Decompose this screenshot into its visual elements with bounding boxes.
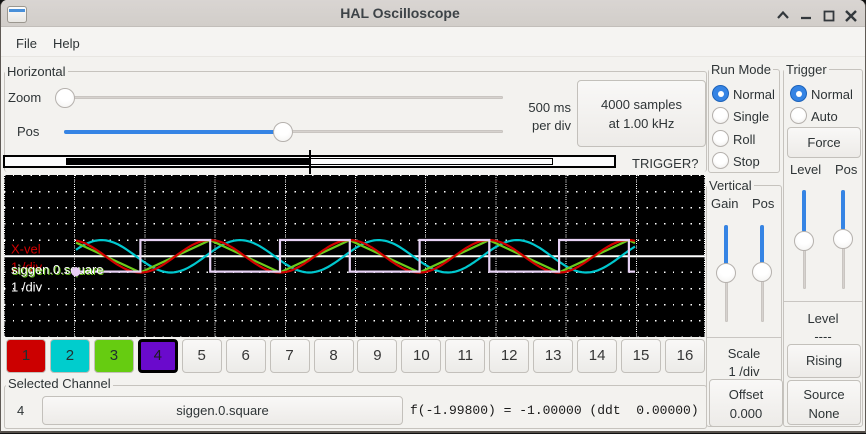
svg-text:X-vel: X-vel (11, 242, 41, 257)
svg-text:1 /div: 1 /div (11, 280, 43, 295)
svg-text:siggen.0.square: siggen.0.square (11, 262, 104, 277)
